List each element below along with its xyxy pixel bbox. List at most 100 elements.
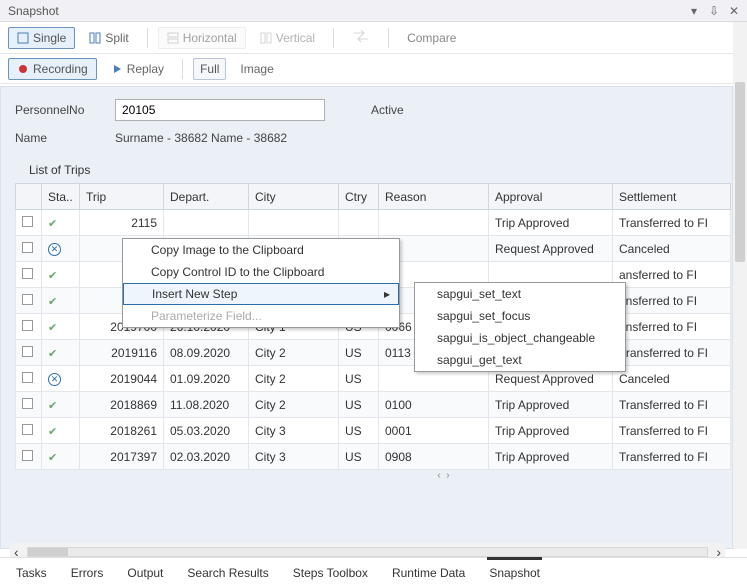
image-button[interactable]: Image bbox=[232, 59, 281, 79]
vscroll-thumb[interactable] bbox=[735, 82, 745, 262]
cell-reason: 0100 bbox=[379, 392, 489, 418]
row-checkbox[interactable] bbox=[22, 216, 33, 227]
cell-settlement: Transferred to FI bbox=[613, 418, 731, 444]
row-checkbox[interactable] bbox=[22, 398, 33, 409]
table-row[interactable]: ✔201739702.03.2020City 3US0908Trip Appro… bbox=[16, 444, 731, 470]
split-button[interactable]: Split bbox=[81, 28, 136, 48]
separator bbox=[333, 28, 334, 48]
table-row[interactable]: ✔201826105.03.2020City 3US0001Trip Appro… bbox=[16, 418, 731, 444]
status-ok-icon: ✔ bbox=[48, 270, 57, 282]
cell-depart: 11.08.2020 bbox=[164, 392, 249, 418]
swap-button bbox=[344, 26, 378, 49]
row-checkbox[interactable] bbox=[22, 424, 33, 435]
scroll-track[interactable] bbox=[27, 547, 709, 557]
personnel-label: PersonnelNo bbox=[15, 103, 107, 117]
col-sta-header[interactable]: Sta.. bbox=[42, 184, 80, 210]
panel-title: Snapshot bbox=[8, 4, 59, 18]
pager-strip[interactable]: ‹ › bbox=[155, 470, 732, 484]
table-row[interactable]: ✔201886911.08.2020City 2US0100Trip Appro… bbox=[16, 392, 731, 418]
status-ok-icon: ✔ bbox=[48, 400, 57, 412]
submenu-set-text[interactable]: sapgui_set_text bbox=[415, 283, 625, 305]
single-icon bbox=[17, 32, 29, 44]
cell-ctry: US bbox=[339, 418, 379, 444]
cell-city: City 3 bbox=[249, 444, 339, 470]
cell-ctry: US bbox=[339, 444, 379, 470]
scroll-thumb[interactable] bbox=[28, 548, 68, 556]
separator bbox=[388, 28, 389, 48]
cell-trip: 2017397 bbox=[80, 444, 164, 470]
col-reason-header[interactable]: Reason bbox=[379, 184, 489, 210]
close-icon[interactable]: ✕ bbox=[727, 4, 741, 18]
recording-button[interactable]: Recording bbox=[8, 58, 97, 80]
submenu-set-focus[interactable]: sapgui_set_focus bbox=[415, 305, 625, 327]
submenu-arrow-icon: ▸ bbox=[384, 287, 390, 301]
tab-runtime-data[interactable]: Runtime Data bbox=[390, 560, 467, 586]
row-checkbox[interactable] bbox=[22, 268, 33, 279]
status-ok-icon: ✔ bbox=[48, 452, 57, 464]
col-check-header[interactable] bbox=[16, 184, 42, 210]
ctx-copy-image[interactable]: Copy Image to the Clipboard bbox=[123, 239, 399, 261]
cell-ctry: US bbox=[339, 366, 379, 392]
row-checkbox[interactable] bbox=[22, 372, 33, 383]
row-checkbox[interactable] bbox=[22, 294, 33, 305]
vertical-icon bbox=[260, 32, 272, 44]
cell-trip: 2115 bbox=[80, 210, 164, 236]
ctx-copy-control-id[interactable]: Copy Control ID to the Clipboard bbox=[123, 261, 399, 283]
cell-settlement: Canceled bbox=[613, 236, 731, 262]
cell-trip: 2019044 bbox=[80, 366, 164, 392]
replay-button[interactable]: Replay bbox=[103, 59, 172, 79]
cell-reason: 0908 bbox=[379, 444, 489, 470]
cell-depart bbox=[164, 210, 249, 236]
dropdown-icon[interactable]: ▾ bbox=[687, 4, 701, 18]
single-button[interactable]: Single bbox=[8, 27, 75, 49]
cell-approval: Request Approved bbox=[489, 236, 613, 262]
tab-errors[interactable]: Errors bbox=[69, 560, 106, 586]
tab-search-results[interactable]: Search Results bbox=[185, 560, 270, 586]
cell-city: City 2 bbox=[249, 366, 339, 392]
pin-icon[interactable]: ⇩ bbox=[707, 4, 721, 18]
row-checkbox[interactable] bbox=[22, 320, 33, 331]
cell-settlement: ansferred to FI bbox=[613, 262, 731, 288]
horizontal-icon bbox=[167, 32, 179, 44]
separator bbox=[182, 59, 183, 79]
row-checkbox[interactable] bbox=[22, 242, 33, 253]
cell-trip: 2018869 bbox=[80, 392, 164, 418]
col-approval-header[interactable]: Approval bbox=[489, 184, 613, 210]
row-checkbox[interactable] bbox=[22, 346, 33, 357]
cell-approval: Trip Approved bbox=[489, 210, 613, 236]
col-ctry-header[interactable]: Ctry bbox=[339, 184, 379, 210]
col-depart-header[interactable]: Depart. bbox=[164, 184, 249, 210]
cell-settlement: Transferred to FI bbox=[613, 210, 731, 236]
submenu-get-text[interactable]: sapgui_get_text bbox=[415, 349, 625, 371]
cell-depart: 01.09.2020 bbox=[164, 366, 249, 392]
cell-depart: 02.03.2020 bbox=[164, 444, 249, 470]
tab-steps-toolbox[interactable]: Steps Toolbox bbox=[291, 560, 370, 586]
cell-ctry bbox=[339, 210, 379, 236]
submenu-is-changeable[interactable]: sapgui_is_object_changeable bbox=[415, 327, 625, 349]
section-title: List of Trips bbox=[1, 163, 732, 183]
record-icon bbox=[17, 63, 29, 75]
cell-trip: 2018261 bbox=[80, 418, 164, 444]
col-trip-header[interactable]: Trip bbox=[80, 184, 164, 210]
col-city-header[interactable]: City bbox=[249, 184, 339, 210]
row-checkbox[interactable] bbox=[22, 450, 33, 461]
ctx-insert-new-step[interactable]: Insert New Step ▸ bbox=[123, 283, 399, 305]
personnel-input[interactable] bbox=[115, 99, 325, 121]
cell-city: City 3 bbox=[249, 418, 339, 444]
compare-button[interactable]: Compare bbox=[399, 28, 464, 48]
cell-depart: 05.03.2020 bbox=[164, 418, 249, 444]
status-ok-icon: ✔ bbox=[48, 296, 57, 308]
bottom-tabs: Tasks Errors Output Search Results Steps… bbox=[0, 557, 747, 587]
full-button[interactable]: Full bbox=[193, 58, 226, 80]
cell-settlement: Transferred to FI bbox=[613, 444, 731, 470]
form-zone: PersonnelNo Active Name Surname - 38682 … bbox=[1, 87, 732, 163]
toolbar-mode: Recording Replay Full Image bbox=[0, 54, 747, 84]
table-row[interactable]: ✔2115Trip ApprovedTransferred to FI bbox=[16, 210, 731, 236]
cell-ctry: US bbox=[339, 340, 379, 366]
cell-trip: 2019116 bbox=[80, 340, 164, 366]
vertical-scrollbar[interactable] bbox=[733, 22, 747, 549]
tab-output[interactable]: Output bbox=[125, 560, 165, 586]
tab-snapshot[interactable]: Snapshot bbox=[487, 557, 542, 586]
col-settlement-header[interactable]: Settlement bbox=[613, 184, 731, 210]
tab-tasks[interactable]: Tasks bbox=[14, 560, 49, 586]
